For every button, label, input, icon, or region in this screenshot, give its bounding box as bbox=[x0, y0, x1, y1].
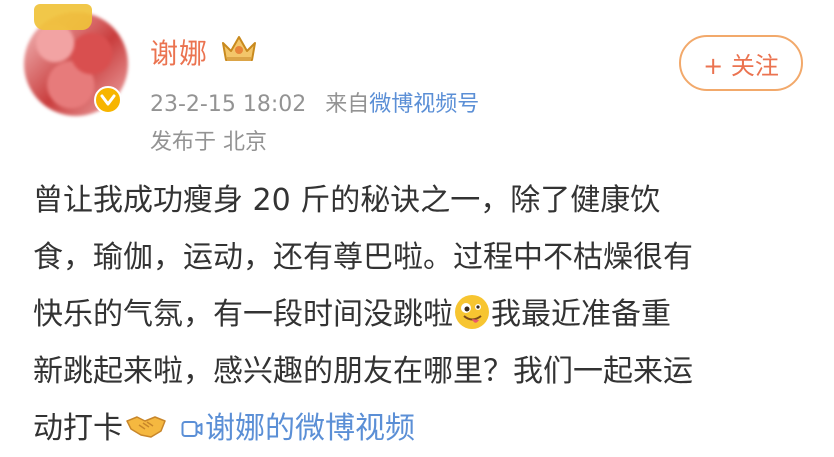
source-prefix: 来自 bbox=[325, 92, 370, 117]
author-name[interactable]: 谢娜 bbox=[150, 32, 208, 72]
handshake-emoji bbox=[125, 409, 167, 443]
content-line-3: 快乐的气氛，有一段时间没跳啦 我最近准备重 bbox=[33, 286, 813, 343]
content-line-1: 曾让我成功瘦身 20 斤的秘诀之一，除了健康饮 bbox=[33, 183, 661, 218]
content-line-5-text: 动打卡 bbox=[33, 411, 123, 446]
crown-icon bbox=[219, 33, 259, 65]
content-line-2: 食，瑜伽，运动，还有尊巴啦。过程中不枯燥很有 bbox=[33, 240, 693, 275]
post-location: 发布于 北京 bbox=[150, 130, 267, 155]
video-icon bbox=[181, 421, 203, 437]
content-line-3-text-a: 快乐的气氛，有一段时间没跳啦 bbox=[33, 297, 453, 332]
avatar-decoration bbox=[34, 4, 92, 30]
post-time: 23-2-15 18:02 bbox=[150, 92, 307, 117]
crazy-face-emoji bbox=[455, 295, 489, 329]
verified-badge-icon bbox=[94, 86, 122, 114]
video-link[interactable]: 谢娜的微博视频 bbox=[169, 411, 415, 446]
post-meta: 23-2-15 18:02 来自微博视频号 bbox=[150, 86, 479, 118]
video-link-label[interactable]: 谢娜的微博视频 bbox=[205, 411, 415, 446]
follow-button[interactable]: + 关注 bbox=[679, 35, 803, 91]
post-content: 曾让我成功瘦身 20 斤的秘诀之一，除了健康饮 食，瑜伽，运动，还有尊巴啦。过程… bbox=[33, 172, 813, 457]
source-link[interactable]: 微博视频号 bbox=[369, 92, 479, 117]
content-line-3-text-b: 我最近准备重 bbox=[491, 297, 671, 332]
content-line-5: 动打卡 谢娜的微博视频 bbox=[33, 400, 813, 457]
content-line-4: 新跳起来啦，感兴趣的朋友在哪里？我们一起来运 bbox=[33, 354, 693, 389]
